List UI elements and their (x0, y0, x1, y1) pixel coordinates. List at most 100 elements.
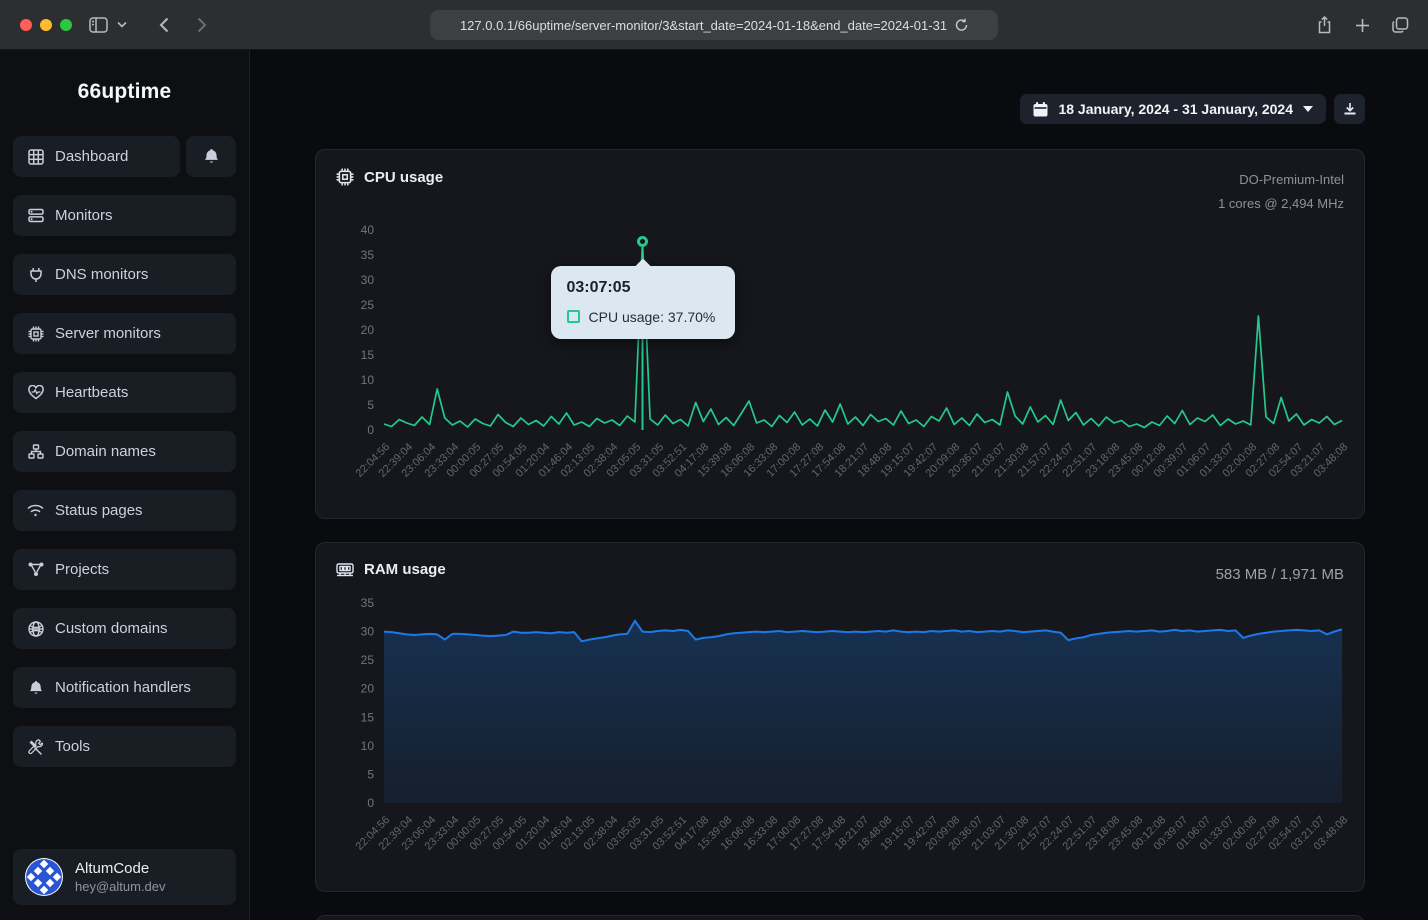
y-axis-tick: 40 (361, 224, 375, 237)
reload-icon[interactable] (955, 18, 968, 32)
y-axis-tick: 25 (361, 298, 375, 312)
sidebar-item-tools[interactable]: Tools (13, 726, 236, 767)
y-axis-tick: 0 (367, 423, 374, 434)
sidebar-item-label: Custom domains (55, 620, 168, 637)
y-axis-tick: 35 (361, 597, 375, 610)
y-axis-tick: 10 (361, 373, 375, 387)
sidebar-item-label: Notification handlers (55, 679, 191, 696)
sidebar-item-server-monitors[interactable]: Server monitors (13, 313, 236, 354)
main-content: 18 January, 2024 - 31 January, 2024 (250, 50, 1428, 920)
chart-tooltip: 03:07:05 CPU usage: 37.70% (551, 266, 735, 339)
y-axis-tick: 5 (367, 398, 374, 412)
address-bar[interactable]: 127.0.0.1/66uptime/server-monitor/3&star… (430, 10, 998, 40)
y-axis-tick: 5 (367, 767, 374, 781)
card-title: RAM usage (364, 561, 446, 578)
plug-icon (27, 267, 44, 283)
export-button[interactable] (1334, 94, 1365, 124)
new-tab-icon[interactable] (1348, 11, 1376, 39)
user-name: AltumCode (75, 860, 166, 877)
sidebar-item-projects[interactable]: Projects (13, 549, 236, 590)
sidebar-item-monitors[interactable]: Monitors (13, 195, 236, 236)
date-range-picker[interactable]: 18 January, 2024 - 31 January, 2024 (1020, 94, 1326, 124)
wifi-icon (27, 504, 44, 517)
sitemap-icon (27, 444, 44, 459)
cpu-specs: 1 cores @ 2,494 MHz (1218, 192, 1344, 216)
sidebar-item-label: Monitors (55, 207, 113, 224)
memory-icon (336, 562, 354, 577)
tooltip-time: 03:07:05 (567, 279, 719, 297)
caret-down-icon (1303, 106, 1313, 112)
card-title: CPU usage (364, 169, 443, 186)
cpu-chip-icon (336, 168, 354, 186)
sidebar-item-domain-names[interactable]: Domain names (13, 431, 236, 472)
grid-icon (27, 149, 44, 165)
minimize-window-button[interactable] (40, 19, 52, 31)
server-plan: DO-Premium-Intel (1218, 168, 1344, 192)
tools-icon (27, 739, 44, 755)
x-axis: 22:04:5622:39:0423:06:0423:33:0400:00:05… (336, 434, 1346, 506)
sidebar-item-label: Domain names (55, 443, 156, 460)
next-metric-card (315, 915, 1365, 920)
forward-button[interactable] (188, 11, 216, 39)
url-text: 127.0.0.1/66uptime/server-monitor/3&star… (460, 18, 947, 33)
sidebar-item-heartbeats[interactable]: Heartbeats (13, 372, 236, 413)
area-fill (384, 621, 1342, 803)
avatar (25, 858, 63, 896)
series-line (384, 242, 1342, 428)
sidebar-item-label: Dashboard (55, 148, 128, 165)
sidebar-item-label: Projects (55, 561, 109, 578)
sidebar-item-status-pages[interactable]: Status pages (13, 490, 236, 531)
close-window-button[interactable] (20, 19, 32, 31)
download-icon (1343, 102, 1357, 116)
sidebar-item-custom-domains[interactable]: Custom domains (13, 608, 236, 649)
window-controls (20, 19, 72, 31)
marker-dot (639, 238, 647, 246)
chevron-down-icon[interactable] (112, 11, 132, 39)
server-stack-icon (27, 208, 44, 223)
sidebar-item-label: Tools (55, 738, 90, 755)
series-swatch (567, 310, 580, 323)
calendar-icon (1033, 102, 1048, 117)
y-axis-tick: 30 (361, 624, 375, 638)
y-axis-tick: 30 (361, 273, 375, 287)
cpu-chip-icon (27, 326, 44, 342)
y-axis-tick: 35 (361, 248, 375, 262)
sidebar-item-label: Server monitors (55, 325, 161, 342)
browser-chrome: 127.0.0.1/66uptime/server-monitor/3&star… (0, 0, 1428, 50)
y-axis-tick: 20 (361, 323, 375, 337)
y-axis-tick: 25 (361, 653, 375, 667)
share-nodes-icon (27, 562, 44, 577)
cpu-usage-card: CPU usage DO-Premium-Intel 1 cores @ 2,4… (315, 149, 1365, 519)
y-axis-tick: 10 (361, 739, 375, 753)
y-axis-tick: 0 (367, 796, 374, 807)
ram-usage-card: RAM usage 583 MB / 1,971 MB 0 5 10 15 20 25 30… (315, 542, 1365, 892)
sidebar: 66uptime Dashboard (0, 50, 250, 920)
sidebar-item-label: Heartbeats (55, 384, 128, 401)
ram-usage-summary: 583 MB / 1,971 MB (1216, 566, 1344, 583)
heart-pulse-icon (27, 385, 44, 400)
tooltip-value: CPU usage: 37.70% (589, 309, 716, 325)
share-icon[interactable] (1310, 11, 1338, 39)
sidebar-toggle-icon[interactable] (84, 11, 112, 39)
brand-logo: 66uptime (0, 50, 249, 126)
y-axis-tick: 15 (361, 710, 375, 724)
user-account-button[interactable]: AltumCode hey@altum.dev (13, 849, 236, 905)
date-range-label: 18 January, 2024 - 31 January, 2024 (1058, 101, 1293, 117)
sidebar-item-dns-monitors[interactable]: DNS monitors (13, 254, 236, 295)
globe-icon (27, 621, 44, 637)
bell-icon (27, 680, 44, 696)
bell-icon (204, 148, 219, 165)
sidebar-item-label: Status pages (55, 502, 143, 519)
user-email: hey@altum.dev (75, 879, 166, 894)
back-button[interactable] (150, 11, 178, 39)
maximize-window-button[interactable] (60, 19, 72, 31)
cpu-usage-chart[interactable]: 0 5 10 15 20 25 30 35 40 22:04:5622:39:0423:06:04… (336, 224, 1344, 506)
tab-overview-icon[interactable] (1386, 11, 1414, 39)
y-axis-tick: 15 (361, 348, 375, 362)
notifications-button[interactable] (186, 136, 236, 177)
y-axis-tick: 20 (361, 682, 375, 696)
sidebar-item-dashboard[interactable]: Dashboard (13, 136, 180, 177)
x-axis: 22:04:5622:39:0423:06:0423:33:0400:00:05… (336, 807, 1346, 879)
sidebar-item-notification-handlers[interactable]: Notification handlers (13, 667, 236, 708)
ram-usage-chart[interactable]: 0 5 10 15 20 25 30 35 22:04:5622:39:0423:06:0423… (336, 597, 1344, 879)
